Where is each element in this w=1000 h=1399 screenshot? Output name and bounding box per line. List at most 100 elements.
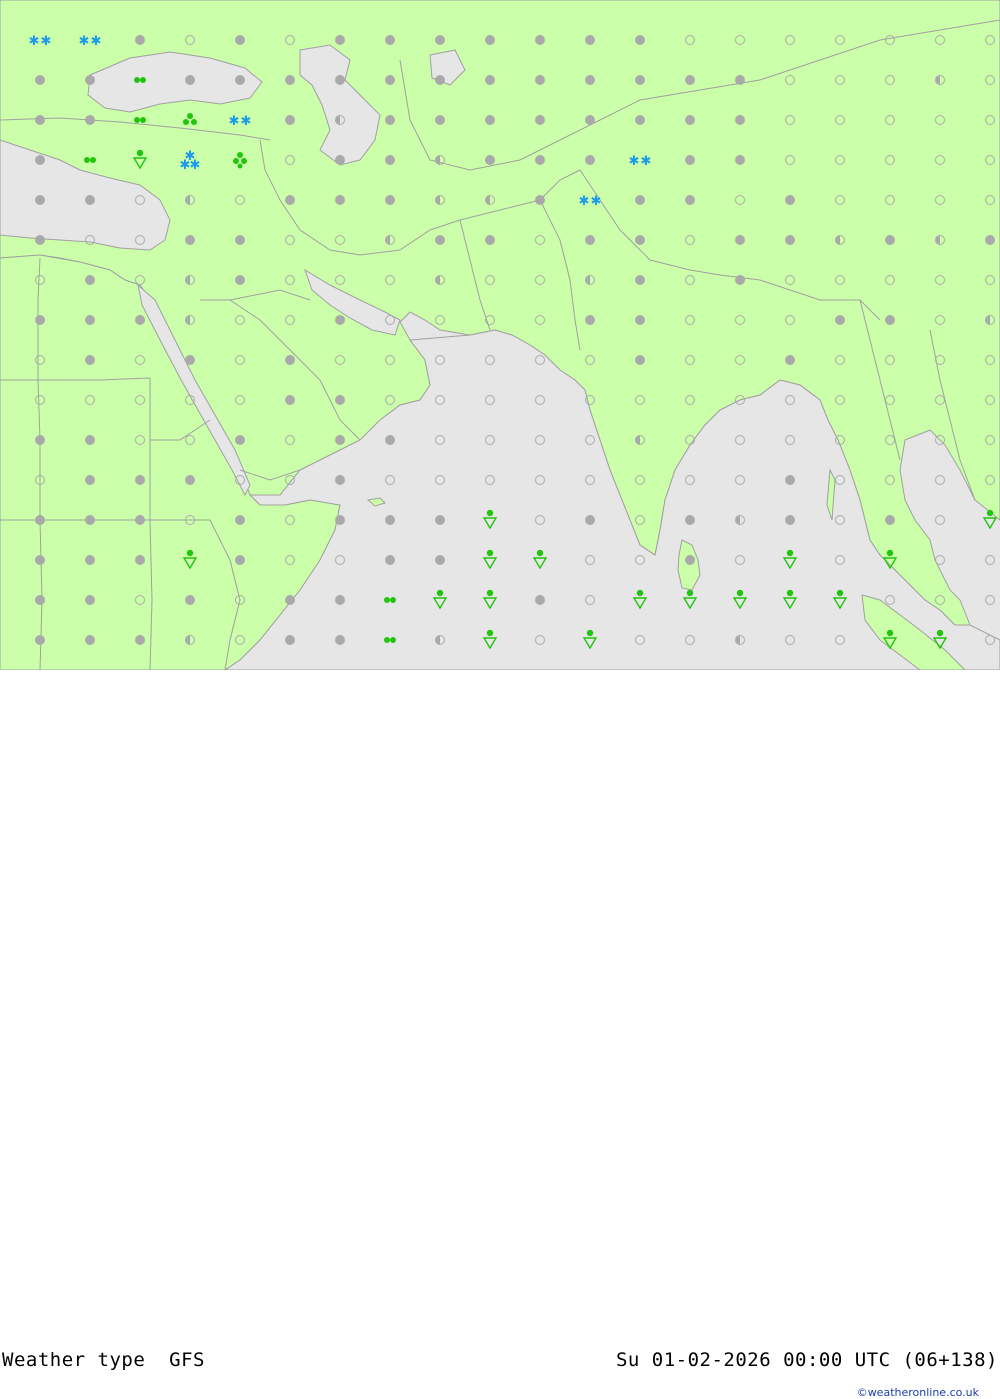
clear-circle-icon: [785, 315, 795, 325]
overcast-dot-icon: [285, 195, 295, 205]
svg-text:✱: ✱: [641, 154, 652, 169]
clear-circle-icon: [685, 395, 695, 405]
clear-circle-icon: [135, 395, 145, 405]
clear-circle-icon: [935, 475, 945, 485]
partly-cloudy-icon: [185, 195, 195, 205]
overcast-dot-icon: [135, 475, 145, 485]
clear-circle-icon: [885, 155, 895, 165]
overcast-dot-icon: [35, 155, 45, 165]
clear-circle-icon: [435, 315, 445, 325]
title-label: Weather type: [2, 1349, 146, 1371]
clear-circle-icon: [835, 435, 845, 445]
overcast-dot-icon: [985, 235, 995, 245]
clear-circle-icon: [885, 395, 895, 405]
overcast-dot-icon: [685, 555, 695, 565]
svg-text:✱: ✱: [229, 114, 240, 129]
overcast-dot-icon: [35, 555, 45, 565]
clear-circle-icon: [235, 315, 245, 325]
overcast-dot-icon: [585, 235, 595, 245]
overcast-dot-icon: [735, 275, 745, 285]
rain-shower-icon: [182, 549, 198, 570]
partly-cloudy-icon: [735, 515, 745, 525]
clear-circle-icon: [935, 195, 945, 205]
svg-text:✱: ✱: [579, 194, 590, 209]
clear-circle-icon: [735, 315, 745, 325]
clear-circle-icon: [335, 275, 345, 285]
clear-circle-icon: [785, 35, 795, 45]
clear-circle-icon: [535, 235, 545, 245]
clear-circle-icon: [735, 35, 745, 45]
clear-circle-icon: [885, 355, 895, 365]
clear-circle-icon: [285, 275, 295, 285]
drizzle-icon: [384, 597, 396, 603]
overcast-dot-icon: [185, 595, 195, 605]
svg-text:✱: ✱: [190, 158, 201, 173]
overcast-dot-icon: [185, 75, 195, 85]
clear-circle-icon: [685, 475, 695, 485]
overcast-dot-icon: [335, 395, 345, 405]
rain-shower-icon: [432, 589, 448, 610]
clear-circle-icon: [435, 475, 445, 485]
svg-text:✱: ✱: [79, 34, 90, 49]
clear-circle-icon: [235, 395, 245, 405]
clear-circle-icon: [435, 435, 445, 445]
overcast-dot-icon: [535, 195, 545, 205]
overcast-dot-icon: [535, 75, 545, 85]
partly-cloudy-icon: [485, 195, 495, 205]
partly-cloudy-icon: [185, 315, 195, 325]
clear-circle-icon: [685, 235, 695, 245]
overcast-dot-icon: [785, 235, 795, 245]
overcast-dot-icon: [785, 195, 795, 205]
clear-circle-icon: [135, 275, 145, 285]
clear-circle-icon: [585, 435, 595, 445]
overcast-dot-icon: [35, 595, 45, 605]
clear-circle-icon: [235, 195, 245, 205]
overcast-dot-icon: [235, 555, 245, 565]
overcast-dot-icon: [435, 35, 445, 45]
overcast-dot-icon: [535, 115, 545, 125]
partly-cloudy-icon: [735, 635, 745, 645]
svg-text:✱: ✱: [629, 154, 640, 169]
drizzle-icon: [384, 637, 396, 643]
clear-circle-icon: [735, 355, 745, 365]
clear-circle-icon: [735, 435, 745, 445]
clear-circle-icon: [535, 435, 545, 445]
overcast-dot-icon: [435, 235, 445, 245]
overcast-dot-icon: [685, 195, 695, 205]
snow-shower-icon: ✱ ✱: [79, 34, 102, 49]
clear-circle-icon: [135, 235, 145, 245]
partly-cloudy-icon: [935, 235, 945, 245]
clear-circle-icon: [335, 355, 345, 365]
rain-shower-icon: [832, 589, 848, 610]
partly-cloudy-icon: [585, 275, 595, 285]
partly-cloudy-icon: [185, 635, 195, 645]
clear-circle-icon: [285, 555, 295, 565]
clear-circle-icon: [985, 395, 995, 405]
overcast-dot-icon: [485, 35, 495, 45]
overcast-dot-icon: [485, 75, 495, 85]
rain-shower-icon: [982, 509, 998, 530]
credit-link[interactable]: ©weatheronline.co.uk: [857, 1386, 979, 1399]
clear-circle-icon: [485, 475, 495, 485]
clear-circle-icon: [985, 35, 995, 45]
overcast-dot-icon: [335, 595, 345, 605]
overcast-dot-icon: [35, 235, 45, 245]
clear-circle-icon: [835, 35, 845, 45]
clear-circle-icon: [535, 315, 545, 325]
clear-circle-icon: [985, 275, 995, 285]
partly-cloudy-icon: [435, 195, 445, 205]
clear-circle-icon: [785, 395, 795, 405]
clear-circle-icon: [785, 275, 795, 285]
clear-circle-icon: [985, 115, 995, 125]
clear-circle-icon: [935, 35, 945, 45]
overcast-dot-icon: [335, 75, 345, 85]
heavy-rain-icon: [183, 113, 197, 125]
overcast-dot-icon: [235, 75, 245, 85]
clear-circle-icon: [135, 195, 145, 205]
clear-circle-icon: [985, 435, 995, 445]
clear-circle-icon: [35, 475, 45, 485]
clear-circle-icon: [835, 75, 845, 85]
clear-circle-icon: [835, 275, 845, 285]
overcast-dot-icon: [185, 475, 195, 485]
clear-circle-icon: [985, 635, 995, 645]
